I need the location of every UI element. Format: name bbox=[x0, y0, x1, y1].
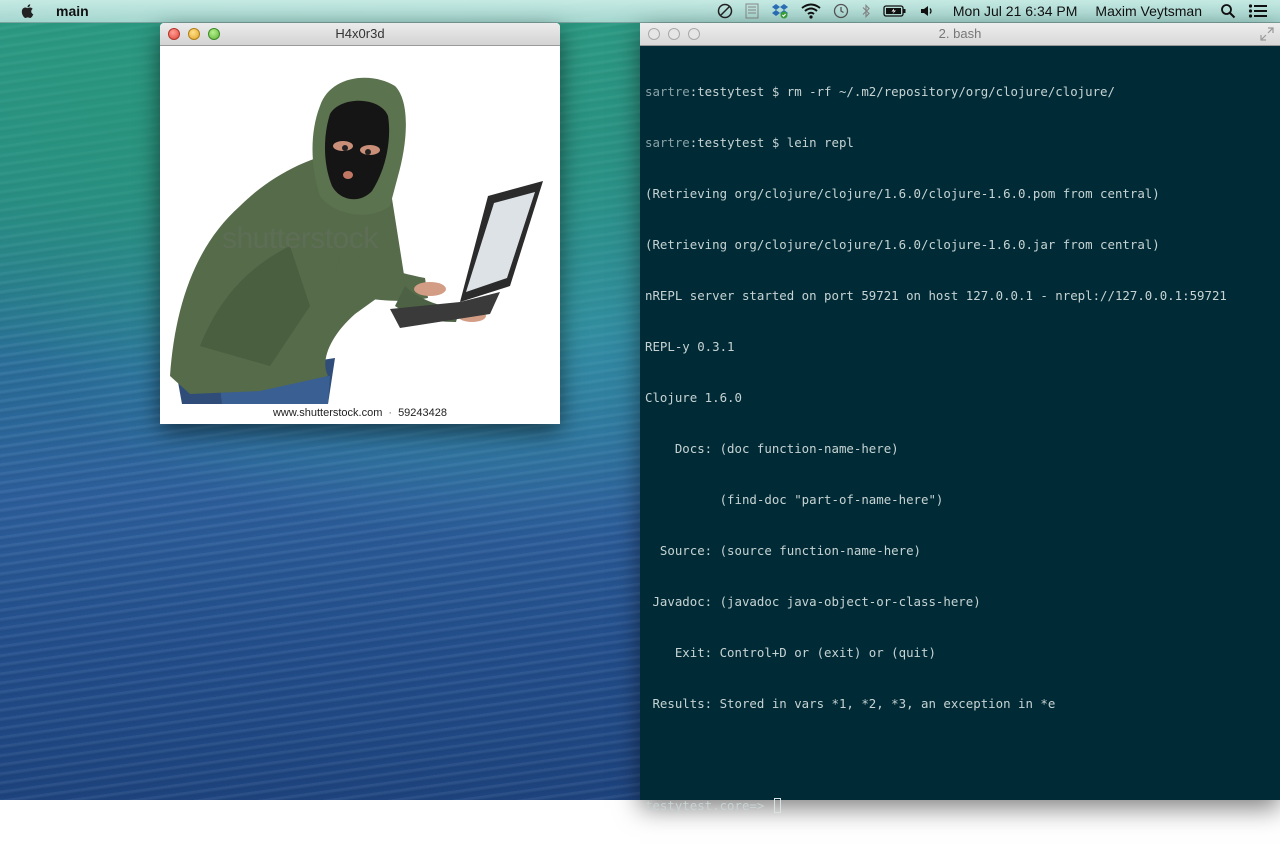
terminal-minimize-button[interactable] bbox=[668, 28, 680, 40]
notification-center-icon[interactable] bbox=[1248, 0, 1268, 22]
terminal-line: sartre:testytest $ rm -rf ~/.m2/reposito… bbox=[645, 84, 1115, 99]
terminal-title: 2. bash bbox=[938, 26, 982, 41]
scroll-icon[interactable] bbox=[745, 0, 759, 22]
image-window-title: H4x0r3d bbox=[335, 26, 385, 41]
close-button[interactable] bbox=[168, 28, 180, 40]
fullscreen-icon[interactable] bbox=[1260, 27, 1274, 41]
terminal-zoom-button[interactable] bbox=[688, 28, 700, 40]
do-not-disturb-icon[interactable] bbox=[717, 0, 733, 22]
terminal-line: Source: (source function-name-here) bbox=[645, 543, 922, 558]
volume-icon[interactable] bbox=[919, 0, 935, 22]
menubar-clock[interactable]: Mon Jul 21 6:34 PM bbox=[953, 3, 1078, 19]
dropbox-icon[interactable] bbox=[771, 0, 789, 22]
terminal-line: REPL-y 0.3.1 bbox=[645, 339, 735, 354]
battery-icon[interactable] bbox=[883, 0, 907, 22]
menubar-user[interactable]: Maxim Veytsman bbox=[1095, 3, 1202, 19]
terminal-line: sartre:testytest $ lein repl bbox=[645, 135, 854, 150]
spotlight-icon[interactable] bbox=[1220, 0, 1236, 22]
hacker-photo: shutterstock www.shutterstock.com · 592434… bbox=[160, 46, 560, 424]
menu-bar: main Mon Jul 21 6:34 PM Maxim Veytsman bbox=[0, 0, 1280, 23]
watermark: shutterstock bbox=[222, 222, 378, 255]
minimize-button[interactable] bbox=[188, 28, 200, 40]
terminal-line: Docs: (doc function-name-here) bbox=[645, 441, 899, 456]
repl-prompt: testytest.core=> bbox=[645, 798, 772, 813]
terminal-output[interactable]: sartre:testytest $ rm -rf ~/.m2/reposito… bbox=[640, 46, 1280, 851]
wifi-icon[interactable] bbox=[801, 0, 821, 22]
terminal-line: Javadoc: (javadoc java-object-or-class-h… bbox=[645, 594, 981, 609]
image-viewer-window: H4x0r3d shutterstock www.shutterstock.co… bbox=[160, 23, 560, 424]
photo-caption: www.shutterstock.com · 59243428 bbox=[160, 404, 560, 424]
apple-icon[interactable] bbox=[20, 3, 36, 19]
terminal-titlebar[interactable]: 2. bash bbox=[640, 23, 1280, 46]
terminal-line: Results: Stored in vars *1, *2, *3, an e… bbox=[645, 696, 1056, 711]
terminal-line: nREPL server started on port 59721 on ho… bbox=[645, 288, 1227, 303]
app-name[interactable]: main bbox=[56, 3, 89, 19]
terminal-line: (Retrieving org/clojure/clojure/1.6.0/cl… bbox=[645, 186, 1160, 201]
image-window-titlebar[interactable]: H4x0r3d bbox=[160, 23, 560, 46]
zoom-button[interactable] bbox=[208, 28, 220, 40]
text-cursor bbox=[773, 798, 781, 813]
time-machine-icon[interactable] bbox=[833, 0, 849, 22]
terminal-line: Clojure 1.6.0 bbox=[645, 390, 742, 405]
terminal-close-button[interactable] bbox=[648, 28, 660, 40]
bluetooth-icon[interactable] bbox=[861, 0, 871, 22]
terminal-window: 2. bash sartre:testytest $ rm -rf ~/.m2/… bbox=[640, 23, 1280, 813]
caption-site: www.shutterstock.com bbox=[272, 407, 383, 419]
terminal-line: Exit: Control+D or (exit) or (quit) bbox=[645, 645, 936, 660]
terminal-line: (Retrieving org/clojure/clojure/1.6.0/cl… bbox=[645, 237, 1160, 252]
caption-id: 59243428 bbox=[398, 407, 448, 419]
caption-separator: · bbox=[388, 407, 393, 419]
terminal-line: (find-doc "part-of-name-here") bbox=[645, 492, 944, 507]
